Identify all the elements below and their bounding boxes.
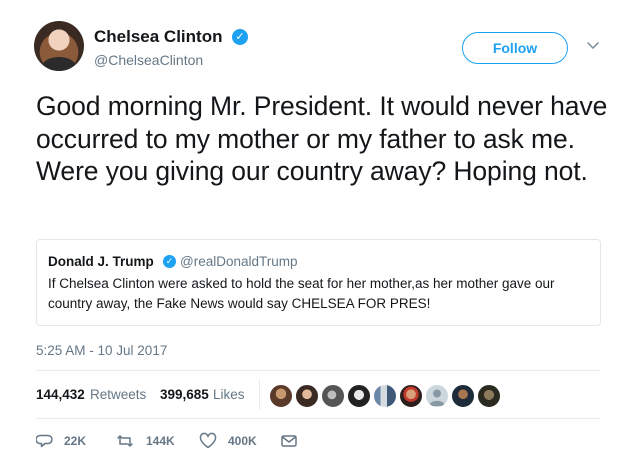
retweets-count[interactable]: 144,432 [36,387,85,402]
liker-avatar[interactable] [321,384,345,408]
reply-icon[interactable] [36,432,54,450]
reply-count[interactable]: 22K [64,434,86,448]
liker-avatar[interactable] [399,384,423,408]
likes-count[interactable]: 399,685 [160,387,209,402]
default-user-icon [429,389,445,406]
avatar-shirt [42,57,76,71]
author-handle[interactable]: @ChelseaClinton [94,52,203,68]
chevron-down-icon[interactable] [585,37,601,53]
author-name[interactable]: Chelsea Clinton [94,27,222,47]
retweets-label[interactable]: Retweets [90,387,146,402]
follow-button[interactable]: Follow [462,32,568,64]
retweet-count[interactable]: 144K [146,434,175,448]
tweet-text: Good morning Mr. President. It would nev… [36,91,608,186]
liker-avatar[interactable] [425,384,449,408]
stats-separator [259,379,260,410]
verified-badge-icon: ✓ [232,29,248,45]
divider [36,370,601,371]
author-avatar[interactable] [34,21,84,71]
retweet-icon[interactable] [116,432,134,450]
liker-avatar[interactable] [295,384,319,408]
mail-icon[interactable] [280,432,298,450]
divider [36,418,601,419]
heart-icon[interactable] [199,432,217,450]
liker-avatar[interactable] [477,384,501,408]
liker-avatar[interactable] [347,384,371,408]
quoted-tweet-text: If Chelsea Clinton were asked to hold th… [48,276,555,311]
like-count[interactable]: 400K [228,434,257,448]
liker-avatar[interactable] [373,384,397,408]
tweet-timestamp[interactable]: 5:25 AM - 10 Jul 2017 [36,343,167,358]
quoted-author-handle[interactable]: @realDonaldTrump [180,254,298,269]
likes-label[interactable]: Likes [213,387,245,402]
quoted-author-name[interactable]: Donald J. Trump [48,254,154,269]
liker-avatar[interactable] [269,384,293,408]
liker-avatar[interactable] [451,384,475,408]
quoted-verified-badge-icon: ✓ [163,255,176,268]
